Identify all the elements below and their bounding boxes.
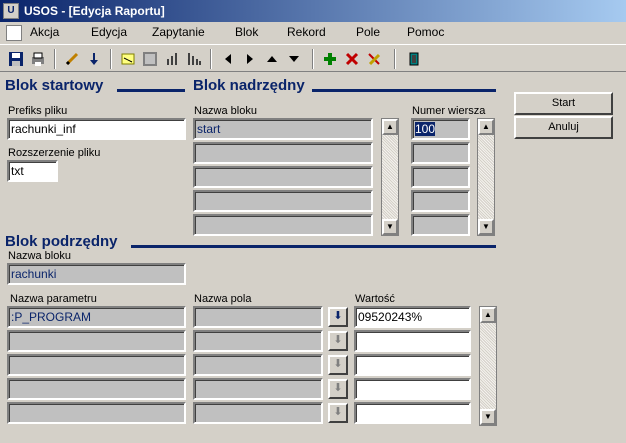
field-name-field[interactable] xyxy=(193,306,323,328)
up-icon[interactable] xyxy=(262,49,282,69)
field-name-field[interactable] xyxy=(193,354,323,376)
print-icon[interactable] xyxy=(28,49,48,69)
clear-icon[interactable] xyxy=(364,49,384,69)
prev-icon[interactable] xyxy=(218,49,238,69)
menu-akcja[interactable]: Akcja xyxy=(30,25,59,39)
menu-pomoc[interactable]: Pomoc xyxy=(407,25,444,39)
lov-download-icon[interactable]: ⬇ xyxy=(328,355,348,375)
prefix-field[interactable]: rachunki_inf xyxy=(7,118,186,140)
value-field[interactable] xyxy=(354,354,471,376)
scroll-up-icon[interactable]: ▲ xyxy=(478,119,494,135)
value-field[interactable] xyxy=(354,378,471,400)
menu-zapytanie[interactable]: Zapytanie xyxy=(152,25,205,39)
row-number-field[interactable] xyxy=(411,166,470,188)
parent-block-name-field[interactable] xyxy=(193,214,373,236)
row-number-value: 100 xyxy=(415,122,436,136)
menu-edycja[interactable]: Edycja xyxy=(91,25,127,39)
field-name-field[interactable] xyxy=(193,402,323,424)
parent-block-name-field[interactable] xyxy=(193,142,373,164)
toolbar-separator xyxy=(54,49,56,69)
param-name-field[interactable] xyxy=(7,354,186,376)
param-name-label: Nazwa parametru xyxy=(10,293,97,305)
scroll-down-icon[interactable]: ▼ xyxy=(480,409,496,425)
toolbar-separator xyxy=(110,49,112,69)
lov-download-icon[interactable]: ⬇ xyxy=(328,331,348,351)
row-number-field[interactable] xyxy=(411,142,470,164)
section-title-blok-nadrzedny: Blok nadrzędny xyxy=(193,77,305,94)
insert-icon[interactable] xyxy=(320,49,340,69)
child-block-scrollbar[interactable]: ▲ ▼ xyxy=(479,306,497,426)
parent-block-name-field[interactable] xyxy=(193,166,373,188)
menu-blok[interactable]: Blok xyxy=(235,25,258,39)
toolbar-separator xyxy=(312,49,314,69)
child-block-name-field[interactable]: rachunki xyxy=(7,263,186,285)
scroll-up-icon[interactable]: ▲ xyxy=(480,307,496,323)
prefix-label: Prefiks pliku xyxy=(8,105,68,117)
system-menu-icon[interactable] xyxy=(6,25,22,41)
lov-download-icon[interactable]: ⬇ xyxy=(328,403,348,423)
grid-icon[interactable] xyxy=(140,49,160,69)
down-icon[interactable] xyxy=(284,49,304,69)
parent-block-scrollbar[interactable]: ▲ ▼ xyxy=(381,118,399,236)
scroll-down-icon[interactable]: ▼ xyxy=(382,219,398,235)
edit-icon[interactable] xyxy=(62,49,82,69)
value-field[interactable] xyxy=(354,402,471,424)
title-bar: U USOS - [Edycja Raportu] xyxy=(0,0,626,22)
menu-pole[interactable]: Pole xyxy=(356,25,380,39)
row-number-field[interactable] xyxy=(411,214,470,236)
field-name-field[interactable] xyxy=(193,378,323,400)
ext-label: Rozszerzenie pliku xyxy=(8,147,101,159)
value-label: Wartość xyxy=(355,293,395,305)
section-divider xyxy=(312,89,496,92)
query-icon[interactable] xyxy=(118,49,138,69)
value-field[interactable]: 09520243% xyxy=(354,306,471,328)
row-number-scrollbar[interactable]: ▲ ▼ xyxy=(477,118,495,236)
menu-rekord[interactable]: Rekord xyxy=(287,25,326,39)
delete-icon[interactable] xyxy=(342,49,362,69)
save-icon[interactable] xyxy=(6,49,26,69)
param-name-field[interactable] xyxy=(7,402,186,424)
window-title: USOS - [Edycja Raportu] xyxy=(24,4,165,18)
child-block-name-label: Nazwa bloku xyxy=(8,250,71,262)
lov-download-icon[interactable]: ⬇ xyxy=(328,379,348,399)
cancel-button[interactable]: Anuluj xyxy=(514,116,613,139)
start-button[interactable]: Start xyxy=(514,92,613,115)
section-title-blok-startowy: Blok startowy xyxy=(5,77,104,94)
value-field[interactable] xyxy=(354,330,471,352)
parent-block-name-label: Nazwa bloku xyxy=(194,105,257,117)
toolbar-separator xyxy=(394,49,396,69)
param-name-field[interactable]: :P_PROGRAM xyxy=(7,306,186,328)
bar-chart-alt-icon[interactable] xyxy=(184,49,204,69)
field-name-label: Nazwa pola xyxy=(194,293,252,305)
app-icon: U xyxy=(3,3,19,19)
param-name-field[interactable] xyxy=(7,378,186,400)
menu-bar: Akcja Edycja Zapytanie Blok Rekord Pole … xyxy=(0,22,626,44)
row-number-field[interactable]: 100 xyxy=(411,118,470,140)
lov-download-icon[interactable]: ⬇ xyxy=(328,307,348,327)
field-name-field[interactable] xyxy=(193,330,323,352)
scroll-up-icon[interactable]: ▲ xyxy=(382,119,398,135)
section-divider xyxy=(131,245,496,248)
scroll-down-icon[interactable]: ▼ xyxy=(478,219,494,235)
section-title-blok-podrzedny: Blok podrzędny xyxy=(5,233,118,250)
param-name-field[interactable] xyxy=(7,330,186,352)
toolbar-separator xyxy=(210,49,212,69)
row-number-field[interactable] xyxy=(411,190,470,212)
parent-block-name-field[interactable]: start xyxy=(193,118,373,140)
download-icon[interactable] xyxy=(84,49,104,69)
next-icon[interactable] xyxy=(240,49,260,69)
toolbar xyxy=(0,44,626,72)
row-number-label: Numer wiersza xyxy=(412,105,486,117)
bar-chart-icon[interactable] xyxy=(162,49,182,69)
exit-icon[interactable] xyxy=(404,49,424,69)
section-divider xyxy=(117,89,185,92)
parent-block-name-field[interactable] xyxy=(193,190,373,212)
ext-field[interactable]: txt xyxy=(7,160,58,182)
